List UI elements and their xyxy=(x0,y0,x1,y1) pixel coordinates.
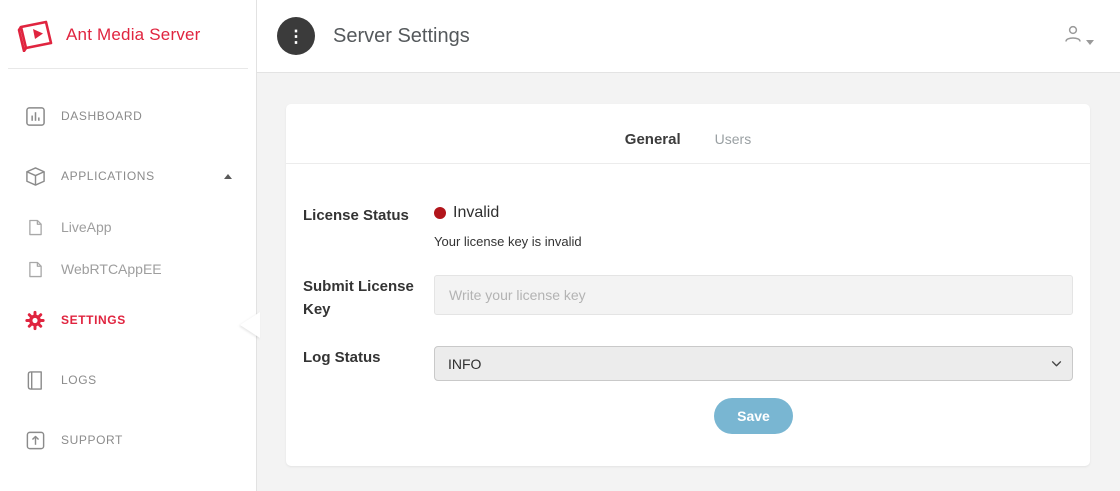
sidebar: Ant Media Server DASHBOARD xyxy=(0,0,257,491)
sidebar-item-logs[interactable]: LOGS xyxy=(0,350,256,410)
license-status-value-block: Invalid Your license key is invalid xyxy=(434,204,1073,249)
chevron-down-icon xyxy=(1086,40,1094,45)
license-status-line: Invalid xyxy=(434,204,1073,222)
sidebar-item-webrtcappee[interactable]: WebRTCAppEE xyxy=(0,248,256,290)
server-settings-form: License Status Invalid Your license key … xyxy=(286,164,1090,434)
settings-tabs: General Users xyxy=(286,104,1090,163)
ant-media-logo-icon xyxy=(16,18,56,52)
sidebar-nav: DASHBOARD APPLICATIONS xyxy=(0,69,256,470)
sidebar-item-label: SUPPORT xyxy=(61,433,123,447)
license-key-row: Submit License Key xyxy=(303,275,1073,321)
license-status-label: License Status xyxy=(303,204,434,228)
sidebar-item-label: LiveApp xyxy=(61,219,112,235)
license-status-value: Invalid xyxy=(453,204,499,222)
log-status-row: Log Status INFO xyxy=(303,346,1073,381)
sidebar-item-label: DASHBOARD xyxy=(61,109,142,123)
collapse-caret-icon[interactable] xyxy=(224,174,232,179)
sidebar-item-label: SETTINGS xyxy=(61,313,126,327)
license-key-input[interactable] xyxy=(434,275,1073,315)
save-button[interactable]: Save xyxy=(714,398,793,434)
log-status-label: Log Status xyxy=(303,346,434,370)
status-dot-icon xyxy=(434,207,446,219)
top-header: ⋮ Server Settings xyxy=(257,0,1120,73)
sidebar-item-applications[interactable]: APPLICATIONS xyxy=(0,146,256,206)
page-title: Server Settings xyxy=(333,25,470,48)
tab-general[interactable]: General xyxy=(625,131,681,148)
sidebar-item-label: LOGS xyxy=(61,373,97,387)
file-icon xyxy=(24,260,46,278)
sidebar-item-dashboard[interactable]: DASHBOARD xyxy=(0,86,256,146)
sidebar-item-support[interactable]: SUPPORT xyxy=(0,410,256,470)
user-icon xyxy=(1063,24,1083,49)
support-icon xyxy=(24,429,46,451)
active-item-notch xyxy=(240,312,260,338)
dashboard-icon xyxy=(24,105,46,127)
tab-users[interactable]: Users xyxy=(715,131,752,147)
sidebar-item-label: APPLICATIONS xyxy=(61,169,155,183)
sidebar-item-liveapp[interactable]: LiveApp xyxy=(0,206,256,248)
file-icon xyxy=(24,218,46,236)
license-status-row: License Status Invalid Your license key … xyxy=(303,204,1073,249)
main-column: ⋮ Server Settings General Users xyxy=(257,0,1120,491)
menu-kebab-button[interactable]: ⋮ xyxy=(277,17,315,55)
license-key-label: Submit License Key xyxy=(303,275,434,321)
gear-icon xyxy=(24,309,46,331)
brand-logo-row[interactable]: Ant Media Server xyxy=(0,0,256,68)
license-status-description: Your license key is invalid xyxy=(434,234,1073,249)
sidebar-item-settings[interactable]: SETTINGS xyxy=(0,290,256,350)
user-menu[interactable] xyxy=(1063,24,1094,49)
log-status-select-wrap: INFO xyxy=(434,346,1073,381)
content-area: General Users License Status Invalid You… xyxy=(257,73,1120,491)
applications-box-icon xyxy=(24,165,46,187)
app-window: Ant Media Server DASHBOARD xyxy=(0,0,1120,491)
brand-name: Ant Media Server xyxy=(66,25,201,45)
logs-icon xyxy=(24,369,46,391)
save-row: Save xyxy=(303,398,1073,434)
log-status-select[interactable]: INFO xyxy=(434,346,1073,381)
sidebar-item-label: WebRTCAppEE xyxy=(61,261,162,277)
settings-card: General Users License Status Invalid You… xyxy=(286,104,1090,466)
